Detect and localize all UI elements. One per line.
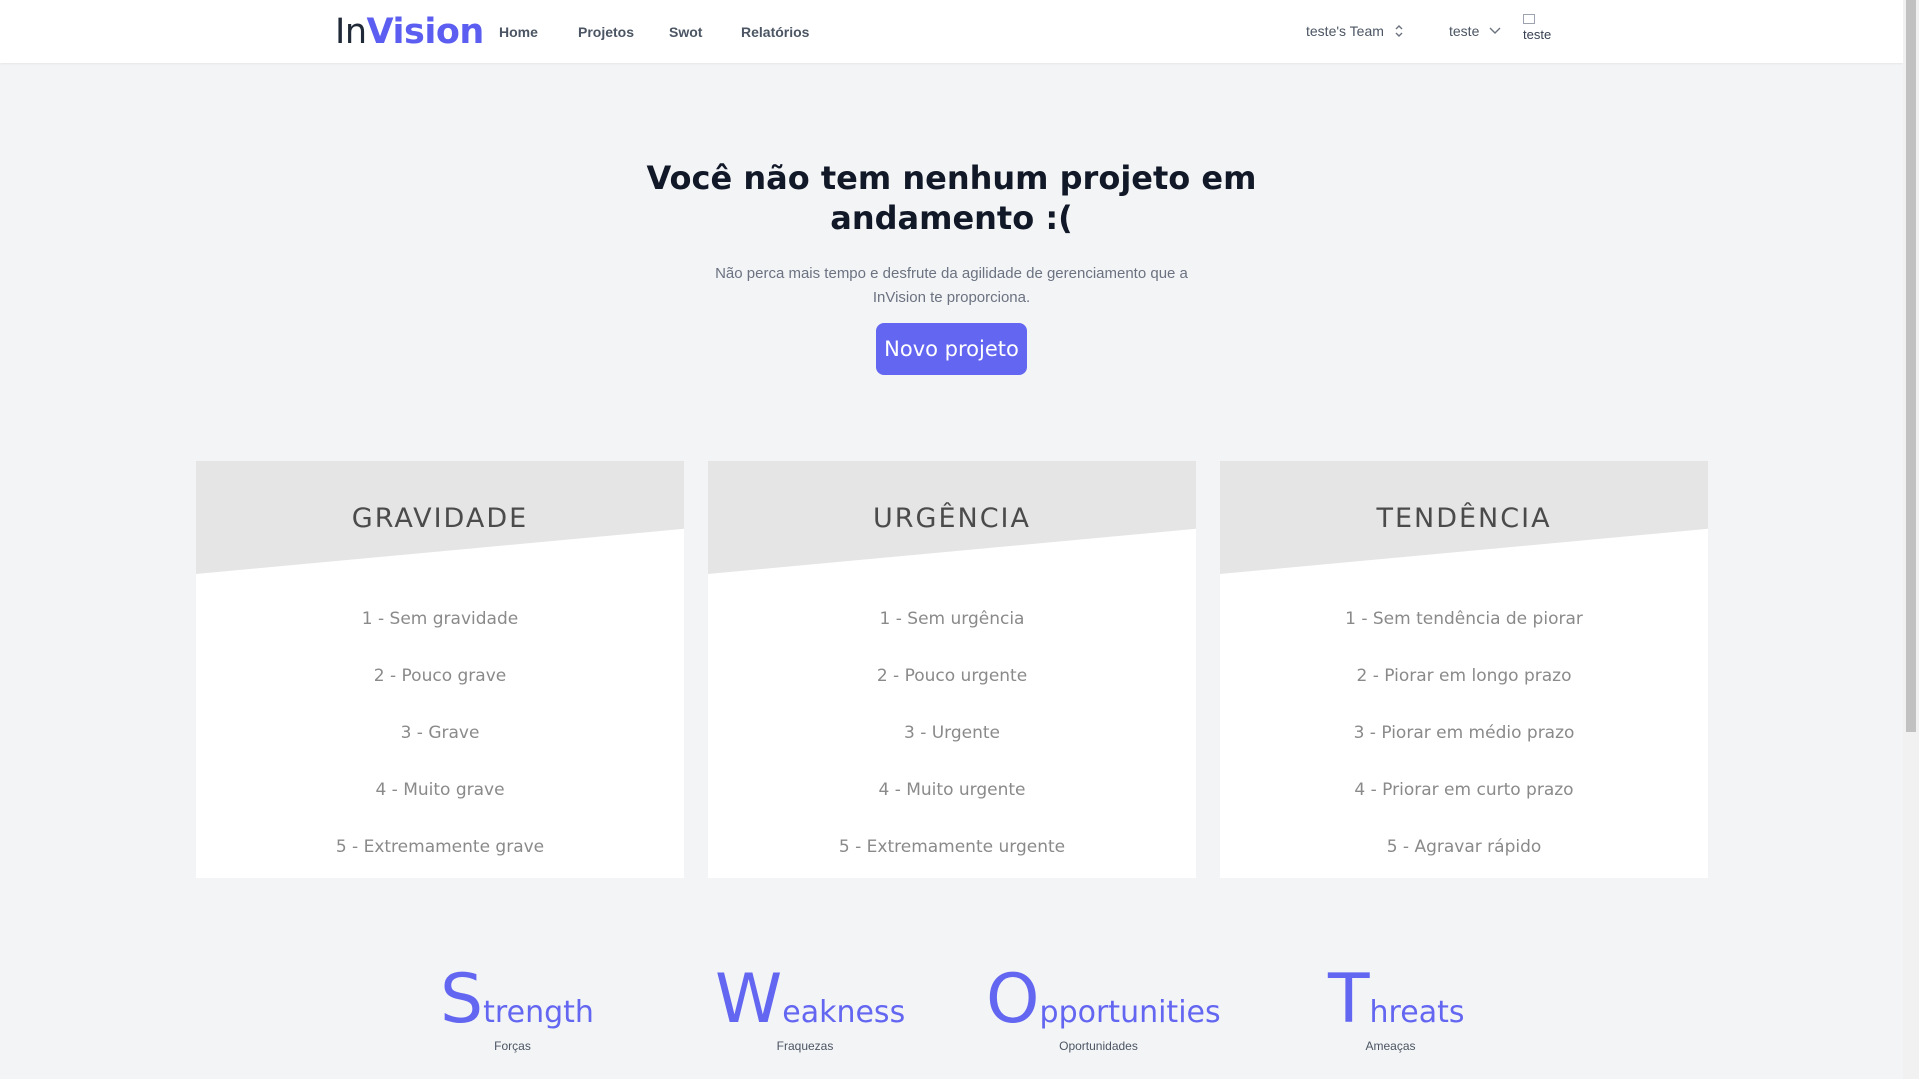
swot-initial: O [986,960,1040,1039]
swot-initial: S [440,960,484,1039]
nav-link-home[interactable]: Home [499,24,538,40]
swot-word: Strength [440,965,594,1035]
swot-subtitle: Ameaças [1365,1039,1416,1053]
swot-threats: Threats Ameaças [1328,965,1464,1054]
list-item: 3 - Grave [400,723,480,743]
swot-rest: eakness [782,995,906,1030]
swot-initial: W [715,960,783,1039]
page-scrollbar[interactable] [1903,0,1919,1079]
logo-text-plain: In [335,12,367,52]
swot-subtitle: Oportunidades [1059,1039,1138,1053]
nav-link-swot[interactable]: Swot [669,24,702,40]
user-menu[interactable]: teste [1449,23,1501,39]
list-item: 1 - Sem urgência [879,609,1025,629]
card-list: 1 - Sem gravidade 2 - Pouco grave 3 - Gr… [196,609,684,878]
swot-rest: pportunities [1039,995,1221,1030]
chevron-down-icon [1489,27,1501,34]
selector-icon [1395,25,1403,37]
swot-rest: hreats [1369,995,1465,1030]
user-name: teste [1449,23,1480,39]
swot-word: Opportunities [986,965,1221,1035]
swot-subtitle: Fraquezas [776,1039,834,1053]
swot-rest: trength [483,995,594,1030]
logo[interactable]: InVision [335,10,484,54]
list-item: 1 - Sem gravidade [361,609,519,629]
logo-text-bold: Vision [366,12,485,52]
scrollbar-thumb[interactable] [1906,0,1916,732]
nav-link-projetos[interactable]: Projetos [578,24,634,40]
card-title: URGÊNCIA [873,503,1031,534]
avatar[interactable]: teste [1523,14,1559,50]
card-list: 1 - Sem urgência 2 - Pouco urgente 3 - U… [708,609,1196,878]
swot-initial: T [1328,960,1370,1039]
list-item: 2 - Pouco urgente [876,666,1028,686]
empty-state-subtitle: Não perca mais tempo e desfrute da agili… [715,265,1188,306]
list-item: 5 - Extremamente grave [335,837,545,857]
swot-opportunities: Opportunities Oportunidades [986,965,1221,1054]
card-tendencia: TENDÊNCIA 1 - Sem tendência de piorar 2 … [1220,461,1708,878]
card-urgencia: URGÊNCIA 1 - Sem urgência 2 - Pouco urge… [708,461,1196,878]
swot-strength: Strength Forças [440,965,594,1054]
list-item: 5 - Agravar rápido [1386,837,1542,857]
swot-word: Threats [1328,965,1464,1035]
card-gravidade: GRAVIDADE 1 - Sem gravidade 2 - Pouco gr… [196,461,684,878]
broken-image-icon [1523,14,1535,24]
card-title: GRAVIDADE [351,503,529,534]
card-list: 1 - Sem tendência de piorar 2 - Piorar e… [1220,609,1708,878]
list-item: 5 - Extremamente urgente [838,837,1066,857]
list-item: 3 - Urgente [903,723,1001,743]
page: InVision Home Projetos Swot Relatórios t… [0,0,1919,1079]
empty-state-title: Você não tem nenhum projeto em andamento… [646,159,1257,237]
nav-link-relatorios[interactable]: Relatórios [741,24,809,40]
list-item: 4 - Priorar em curto prazo [1354,780,1574,800]
list-item: 2 - Piorar em longo prazo [1356,666,1572,686]
team-name: teste's Team [1306,23,1384,39]
swot-subtitle: Forças [494,1039,531,1053]
list-item: 1 - Sem tendência de piorar [1345,609,1583,629]
avatar-alt-text: teste [1523,27,1552,42]
list-item: 4 - Muito grave [375,780,505,800]
top-navbar: InVision Home Projetos Swot Relatórios t… [0,0,1903,63]
swot-weakness: Weakness Fraquezas [715,965,905,1054]
list-item: 3 - Piorar em médio prazo [1353,723,1575,743]
team-switcher[interactable]: teste's Team [1306,23,1404,39]
list-item: 2 - Pouco grave [373,666,507,686]
list-item: 4 - Muito urgente [878,780,1026,800]
card-title: TENDÊNCIA [1376,503,1552,534]
new-project-button[interactable]: Novo projeto [876,323,1027,375]
swot-word: Weakness [715,965,905,1035]
